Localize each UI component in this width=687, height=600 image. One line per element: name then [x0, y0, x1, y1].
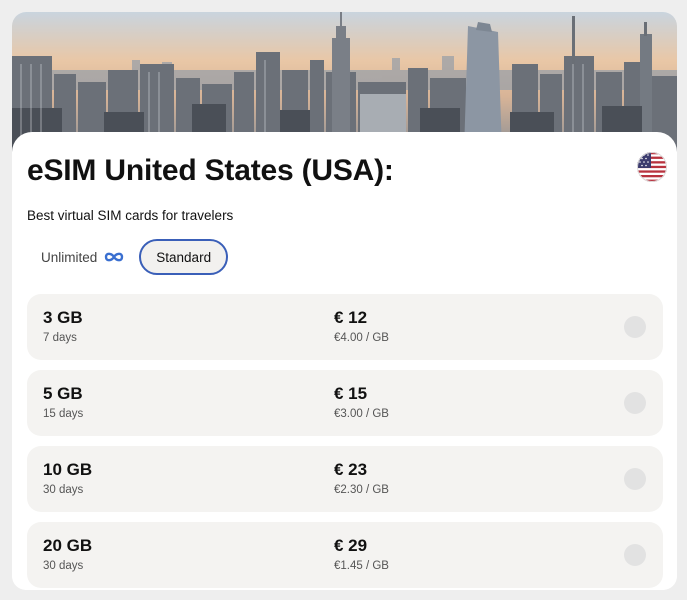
plan-option-5gb[interactable]: 5 GB 15 days € 15 €3.00 / GB [27, 370, 663, 436]
page-title: eSIM United States (USA): [27, 154, 394, 187]
plan-price: € 29 [334, 536, 368, 555]
esim-page: eSIM United States (USA): Best virtual S… [12, 12, 677, 590]
tab-unlimited[interactable]: Unlimited [27, 239, 125, 275]
plan-data-amount: 5 GB [43, 384, 83, 403]
plan-price: € 23 [334, 460, 368, 479]
plan-price-per-gb: €1.45 / GB [334, 560, 389, 572]
plan-radio-button[interactable] [624, 316, 646, 338]
plan-price: € 12 [334, 308, 368, 327]
plan-data-amount: 3 GB [43, 308, 83, 327]
plan-data-amount: 20 GB [43, 536, 93, 555]
tab-standard-label: Standard [156, 249, 212, 265]
plan-price-per-gb: €4.00 / GB [334, 332, 389, 344]
us-flag-icon [637, 152, 667, 182]
city-skyline-banner [12, 12, 677, 152]
plan-option-10gb[interactable]: 10 GB 30 days € 23 €2.30 / GB [27, 446, 663, 512]
plan-radio-button[interactable] [624, 468, 646, 490]
plan-duration: 7 days [43, 332, 77, 344]
page-subtitle: Best virtual SIM cards for travelers [27, 208, 234, 223]
plan-price-per-gb: €3.00 / GB [334, 408, 389, 420]
plan-duration: 30 days [43, 560, 84, 572]
plans-card: eSIM United States (USA): Best virtual S… [12, 132, 677, 590]
plan-option-3gb[interactable]: 3 GB 7 days € 12 €4.00 / GB [27, 294, 663, 360]
infinity-icon [105, 252, 124, 262]
plan-radio-button[interactable] [624, 392, 646, 414]
plan-price: € 15 [334, 384, 368, 403]
plan-type-tabs: Unlimited Standard [27, 238, 229, 276]
plan-duration: 30 days [43, 484, 84, 496]
plan-list: 3 GB 7 days € 12 €4.00 / GB 5 GB 15 days… [27, 294, 663, 590]
plan-option-20gb[interactable]: 20 GB 30 days € 29 €1.45 / GB [27, 522, 663, 588]
plan-price-per-gb: €2.30 / GB [334, 484, 389, 496]
tab-unlimited-label: Unlimited [41, 249, 98, 265]
plan-duration: 15 days [43, 408, 84, 420]
plan-radio-button[interactable] [624, 544, 646, 566]
plan-data-amount: 10 GB [43, 460, 93, 479]
tab-standard[interactable]: Standard [139, 239, 229, 275]
